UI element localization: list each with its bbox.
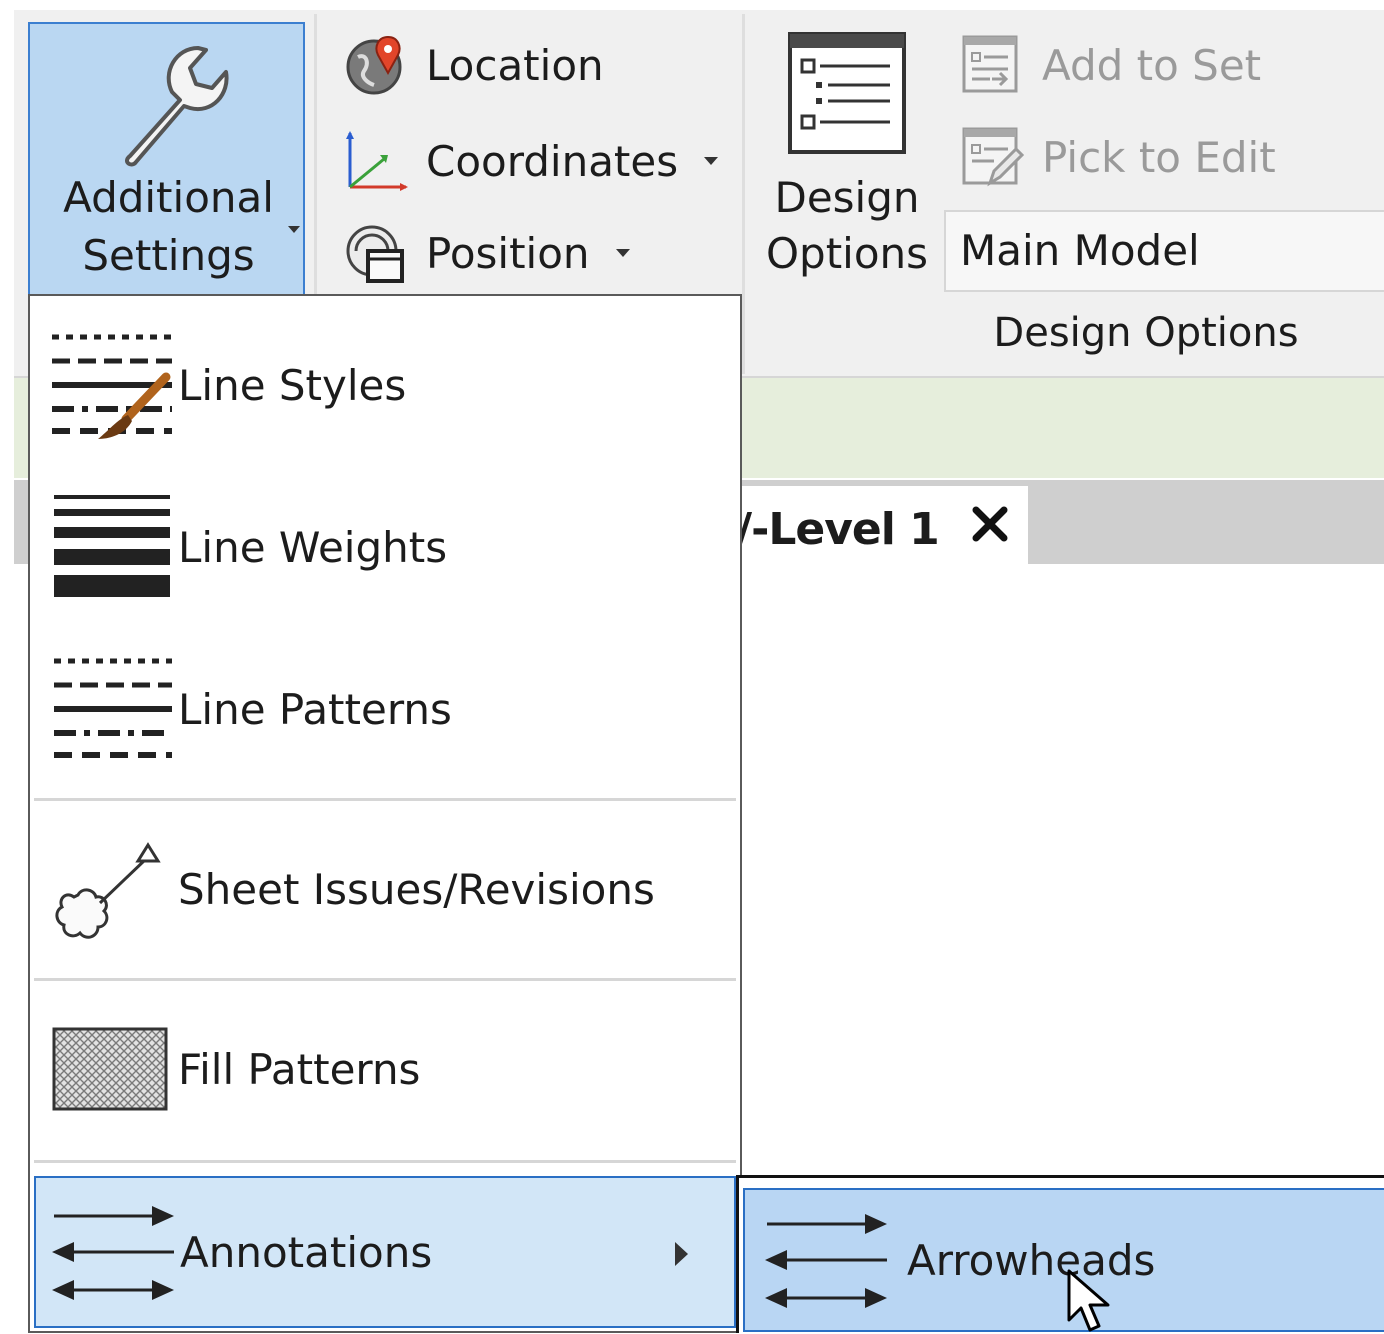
annotations-submenu: Arrowheads	[736, 1175, 1384, 1333]
arrows-icon	[52, 1206, 174, 1300]
menu-item-label: Sheet Issues/Revisions	[178, 864, 655, 914]
view-tab-level-1[interactable]: /-Level 1	[728, 486, 1028, 566]
dropdown-caret-icon	[615, 249, 630, 257]
design-options-button[interactable]: Design Options	[762, 20, 932, 290]
line-weights-icon	[54, 495, 170, 597]
additional-settings-menu: Line Styles Line Weights Line Patterns S…	[28, 294, 742, 1333]
menu-item-annotations[interactable]: Annotations	[34, 1176, 736, 1328]
menu-item-label: Fill Patterns	[178, 1044, 421, 1094]
menu-item-line-weights[interactable]: Line Weights	[34, 480, 736, 614]
additional-settings-label-2: Settings	[82, 231, 255, 280]
menu-item-label: Line Weights	[178, 522, 448, 572]
menu-item-line-patterns[interactable]: Line Patterns	[34, 642, 736, 776]
menu-separator	[34, 978, 736, 981]
menu-item-fill-patterns[interactable]: Fill Patterns	[34, 1002, 736, 1136]
pick-to-edit-label: Pick to Edit	[1042, 132, 1276, 182]
globe-location-icon	[346, 35, 402, 95]
panel-separator	[742, 14, 745, 374]
panel-separator	[314, 14, 317, 294]
arrows-icon	[765, 1214, 887, 1308]
coordinates-axes-icon	[346, 131, 408, 191]
design-options-label-2: Options	[765, 229, 929, 278]
line-styles-icon	[52, 334, 172, 439]
menu-separator	[34, 1160, 736, 1163]
menu-item-label: Annotations	[180, 1227, 433, 1277]
position-icon	[346, 225, 404, 283]
line-patterns-icon	[54, 658, 172, 758]
wrench-icon	[125, 46, 229, 167]
add-to-set-label: Add to Set	[1042, 40, 1262, 90]
menu-item-label: Line Patterns	[178, 684, 452, 734]
menu-separator	[34, 798, 736, 801]
mouse-cursor-icon	[1067, 1269, 1110, 1332]
design-options-panel-label: Design Options	[993, 310, 1299, 356]
position-button[interactable]: Position	[344, 218, 630, 288]
design-options-label-1: Design	[774, 173, 920, 222]
add-to-set-icon	[962, 35, 1018, 93]
add-to-set-button[interactable]: Add to Set	[960, 30, 1261, 100]
pick-to-edit-button[interactable]: Pick to Edit	[960, 122, 1276, 192]
dropdown-caret-icon	[288, 226, 300, 233]
submenu-item-arrowheads[interactable]: Arrowheads	[743, 1188, 1384, 1332]
submenu-arrow-icon	[675, 1242, 688, 1266]
revision-cloud-icon	[55, 842, 161, 939]
view-tab-title: /-Level 1	[736, 504, 940, 555]
dropdown-caret-icon	[704, 157, 719, 165]
position-label: Position	[426, 228, 590, 278]
design-options-icon	[788, 32, 906, 154]
fill-patterns-icon	[52, 1027, 168, 1111]
design-option-select[interactable]: Main Model	[944, 210, 1384, 292]
submenu-item-label: Arrowheads	[907, 1235, 1156, 1285]
location-button[interactable]: Location	[344, 30, 604, 100]
coordinates-button[interactable]: Coordinates	[344, 126, 719, 196]
menu-item-label: Line Styles	[178, 360, 407, 410]
additional-settings-label-1: Additional	[63, 173, 274, 222]
additional-settings-button[interactable]: Additional Settings	[28, 22, 305, 294]
close-icon[interactable]	[968, 502, 1012, 546]
coordinates-label: Coordinates	[426, 136, 679, 186]
pick-to-edit-icon	[962, 127, 1024, 187]
menu-item-line-styles[interactable]: Line Styles	[34, 318, 736, 452]
location-label: Location	[426, 40, 604, 90]
menu-item-sheet-issues-revisions[interactable]: Sheet Issues/Revisions	[34, 822, 736, 956]
